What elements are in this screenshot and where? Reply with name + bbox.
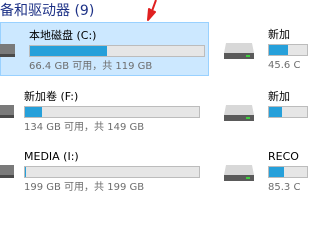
drive-name: MEDIA (I:) — [24, 150, 79, 163]
drive-info: 66.4 GB 可用，共 119 GB — [29, 61, 153, 72]
drive-tile-f[interactable]: 新加卷 (F:) 134 GB 可用，共 149 GB — [0, 84, 209, 138]
drive-usage-bar — [29, 45, 205, 57]
drive-usage-bar — [268, 106, 308, 118]
hard-drive-icon — [0, 44, 15, 57]
drive-tile-right-3[interactable]: RECO 85.3 C — [222, 144, 308, 198]
drive-name: 新加卷 (F:) — [24, 90, 79, 103]
hard-drive-icon — [0, 165, 14, 178]
drive-name: 新加 — [268, 28, 290, 41]
drive-tile-right-1[interactable]: 新加 45.6 C — [222, 22, 308, 76]
drive-name: 新加 — [268, 90, 290, 103]
drive-info: 45.6 C — [268, 60, 301, 71]
hard-drive-icon — [224, 105, 254, 121]
hard-drive-icon — [224, 165, 254, 181]
drive-usage-bar — [24, 166, 200, 178]
drive-tile-right-2[interactable]: 新加 — [222, 84, 308, 138]
section-title: 备和驱动器 — [0, 3, 70, 19]
hard-drive-icon — [224, 43, 254, 59]
drive-usage-bar — [24, 106, 200, 118]
drive-name: RECO — [268, 150, 299, 163]
section-count: (9) — [74, 3, 95, 19]
drive-usage-bar — [268, 44, 308, 56]
drive-tile-c[interactable]: 本地磁盘 (C:) 66.4 GB 可用，共 119 GB — [0, 22, 209, 76]
drive-info: 134 GB 可用，共 149 GB — [24, 122, 145, 133]
drive-usage-bar — [268, 166, 308, 178]
drive-name: 本地磁盘 (C:) — [29, 29, 97, 42]
drive-info: 199 GB 可用，共 199 GB — [24, 182, 145, 193]
hard-drive-icon — [0, 105, 14, 118]
drive-tile-i[interactable]: MEDIA (I:) 199 GB 可用，共 199 GB — [0, 144, 209, 198]
drive-info: 85.3 C — [268, 182, 301, 193]
annotation-arrow-icon — [147, 0, 157, 21]
